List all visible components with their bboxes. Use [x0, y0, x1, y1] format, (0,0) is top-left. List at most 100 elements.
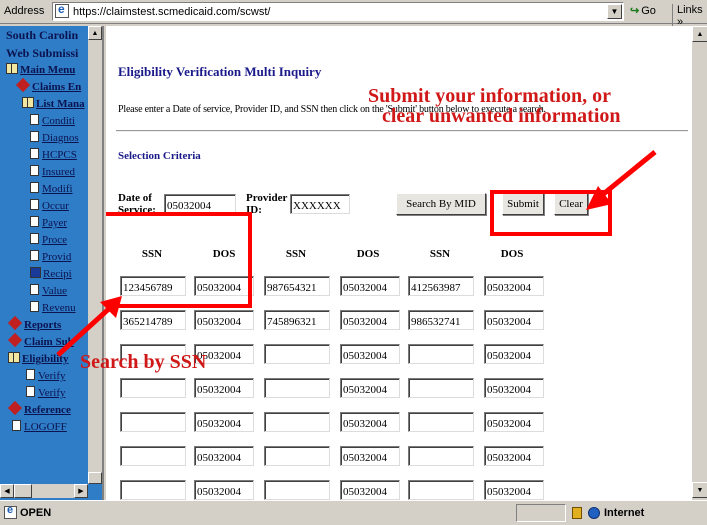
diamond-icon [15, 77, 31, 93]
sidebar-item-diagnosis[interactable]: Diagnos [30, 131, 79, 144]
sidebar-item-hcpcs[interactable]: HCPCS [30, 148, 77, 161]
ssn-input-row4-col2[interactable] [264, 378, 330, 398]
sidebar-item-claims-entry[interactable]: Claims En [15, 77, 81, 93]
address-url[interactable]: https://claimstest.scmedicaid.com/scwst/ [73, 6, 270, 18]
document-icon [30, 216, 39, 227]
security-zone-label: Internet [604, 507, 645, 519]
ssn-input-row3-col3[interactable] [408, 344, 474, 364]
submit-highlight-box [490, 190, 612, 236]
sidebar-item-label: Insured [42, 166, 75, 178]
main-vertical-scrollbar[interactable]: ▲ ▼ [691, 26, 707, 500]
sidebar-item-main-menu[interactable]: Main Menu [6, 63, 75, 76]
ssn-input-row5-col2[interactable] [264, 412, 330, 432]
dos-input-row4-col2[interactable] [340, 378, 400, 398]
sidebar-item-verify-2[interactable]: Verify [26, 386, 66, 399]
sidebar-horizontal-scrollbar[interactable]: ◀ ▶ [0, 484, 88, 498]
search-ssn-callout: Search by SSN [80, 351, 207, 373]
ssn-input-row4-col1[interactable] [120, 378, 186, 398]
sidebar-item-conditions[interactable]: Conditi [30, 114, 75, 127]
provider-id-input[interactable] [290, 194, 350, 214]
sidebar-hscroll-thumb[interactable] [14, 484, 32, 498]
sidebar-item-claim-submission[interactable]: Claim Sub [7, 332, 74, 348]
ssn-input-row2-col2[interactable] [264, 310, 330, 330]
ssn-input-row5-col1[interactable] [120, 412, 186, 432]
left-nav-frame: South Carolin Web Submissi Main Menu Cla… [0, 26, 104, 500]
sidebar-item-provider[interactable]: Provid [30, 250, 71, 263]
address-dropdown-icon[interactable]: ▼ [607, 4, 622, 19]
sidebar-item-label: Eligibility [22, 353, 69, 365]
ssn-input-row3-col2[interactable] [264, 344, 330, 364]
search-by-mid-button[interactable]: Search By MID [396, 193, 486, 215]
sidebar-item-label: Proce [42, 234, 68, 246]
ssn-input-row5-col3[interactable] [408, 412, 474, 432]
go-button[interactable]: ↪ Go [630, 4, 656, 17]
dos-input-row6-col2[interactable] [340, 446, 400, 466]
dos-input-row1-col2[interactable] [340, 276, 400, 296]
ssn-input-row6-col3[interactable] [408, 446, 474, 466]
sidebar-item-label: Main Menu [20, 64, 76, 76]
dos-input-row5-col2[interactable] [340, 412, 400, 432]
sidebar-item-occurrence[interactable]: Occur [30, 199, 69, 212]
ie-page-icon [55, 2, 69, 18]
ssn-input-row6-col2[interactable] [264, 446, 330, 466]
dos-input-row1-col3[interactable] [484, 276, 544, 296]
sidebar-item-reports[interactable]: Reports [7, 315, 61, 331]
document-icon [30, 250, 39, 261]
ssn-input-row1-col3[interactable] [408, 276, 474, 296]
scroll-down-icon[interactable]: ▼ [692, 482, 707, 498]
dos-input-row5-col1[interactable] [194, 412, 254, 432]
ssn-input-row7-col1[interactable] [120, 480, 186, 500]
scroll-up-icon[interactable]: ▲ [692, 26, 707, 42]
sidebar-item-verify-1[interactable]: Verify [26, 369, 66, 382]
sidebar-item-insured[interactable]: Insured [30, 165, 75, 178]
links-button[interactable]: Links » [672, 4, 707, 28]
dos-input-row2-col1[interactable] [194, 310, 254, 330]
ssn-input-row7-col3[interactable] [408, 480, 474, 500]
recipient-icon [30, 267, 41, 278]
page-title: Eligibility Verification Multi Inquiry [118, 64, 322, 79]
sidebar-item-label: Recipi [43, 268, 72, 280]
sidebar-vertical-scrollbar[interactable]: ▲ [88, 26, 102, 484]
dos-input-row6-col3[interactable] [484, 446, 544, 466]
submit-callout-line-1: Submit your information, or [368, 85, 611, 107]
dos-input-row4-col1[interactable] [194, 378, 254, 398]
selection-criteria-heading: Selection Criteria [118, 150, 201, 162]
document-icon [30, 131, 39, 142]
scroll-up-icon[interactable]: ▲ [88, 26, 102, 40]
ssn-input-row2-col1[interactable] [120, 310, 186, 330]
sidebar-item-list-management[interactable]: List Mana [22, 97, 85, 110]
sidebar-item-label: List Mana [36, 98, 85, 110]
dos-input-row2-col3[interactable] [484, 310, 544, 330]
sidebar-item-payer[interactable]: Payer [30, 216, 67, 229]
dos-input-row3-col3[interactable] [484, 344, 544, 364]
sidebar-item-logoff[interactable]: LOGOFF [12, 420, 67, 433]
scroll-right-icon[interactable]: ▶ [74, 484, 88, 498]
dos-input-row6-col1[interactable] [194, 446, 254, 466]
sidebar-item-label: Provid [42, 251, 72, 263]
ssn-input-row4-col3[interactable] [408, 378, 474, 398]
ssn-input-row1-col2[interactable] [264, 276, 330, 296]
scroll-left-icon[interactable]: ◀ [0, 484, 14, 498]
sidebar-item-procedure[interactable]: Proce [30, 233, 67, 246]
address-bar: Address https://claimstest.scmedicaid.co… [0, 0, 707, 28]
dos-input-row5-col3[interactable] [484, 412, 544, 432]
sidebar-item-value[interactable]: Value [30, 284, 67, 297]
sidebar-item-reference[interactable]: Reference [7, 400, 71, 416]
ssn-input-row6-col1[interactable] [120, 446, 186, 466]
dos-input-row7-col2[interactable] [340, 480, 400, 500]
ssn-input-row7-col2[interactable] [264, 480, 330, 500]
sidebar-scroll-thumb[interactable] [88, 472, 102, 484]
sidebar-item-eligibility[interactable]: Eligibility [8, 352, 68, 365]
sidebar-item-revenue[interactable]: Revenu [30, 301, 76, 314]
ssn-input-row2-col3[interactable] [408, 310, 474, 330]
sidebar-item-modifiers[interactable]: Modifi [30, 182, 73, 195]
dos-input-row3-col2[interactable] [340, 344, 400, 364]
dos-input-row2-col2[interactable] [340, 310, 400, 330]
dos-input-row4-col3[interactable] [484, 378, 544, 398]
dos-input-row7-col1[interactable] [194, 480, 254, 500]
sidebar-item-label: LOGOFF [24, 421, 67, 433]
sidebar-item-recipient[interactable]: Recipi [30, 267, 72, 280]
dos-input-row7-col3[interactable] [484, 480, 544, 500]
address-input[interactable]: https://claimstest.scmedicaid.com/scwst/… [52, 2, 624, 21]
date-of-service-input[interactable] [164, 194, 236, 214]
